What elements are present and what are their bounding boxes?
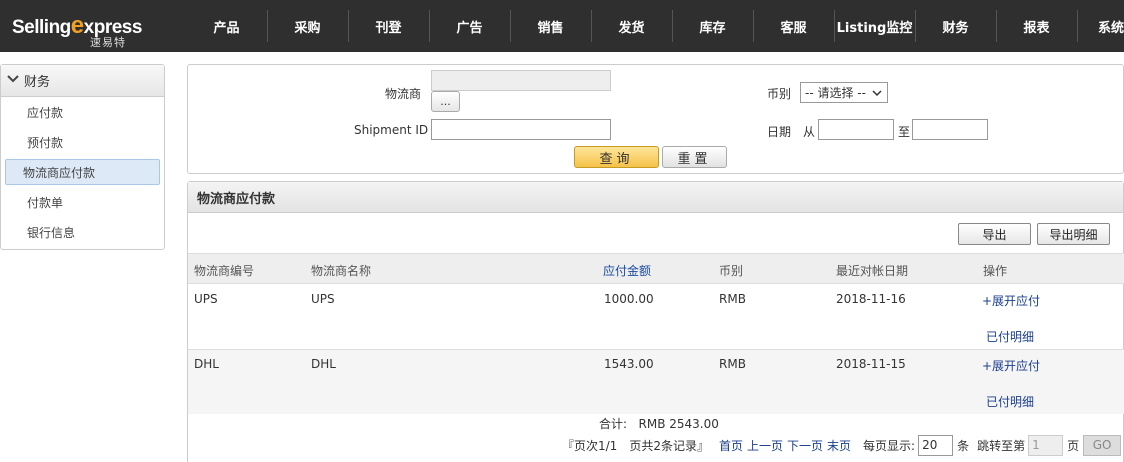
per-page-unit: 条 bbox=[957, 438, 970, 453]
nav-item-shipping[interactable]: 发货 bbox=[591, 0, 672, 52]
chevron-down-icon bbox=[872, 87, 882, 101]
brand-logo[interactable]: Sellingexpress 速易特 bbox=[10, 6, 170, 49]
nav-item-listing-monitor[interactable]: Listing监控 bbox=[834, 0, 915, 52]
results-title: 物流商应付款 bbox=[188, 182, 1123, 213]
expand-payables-link[interactable]: +展开应付 bbox=[982, 357, 1040, 374]
top-navbar: Sellingexpress 速易特 产品 采购 刊登 广告 销售 发货 库存 … bbox=[0, 0, 1124, 52]
sidebar-item-bank-info[interactable]: 银行信息 bbox=[5, 217, 160, 247]
paid-details-link[interactable]: 已付明细 bbox=[986, 328, 1034, 345]
cell-date: 2018-11-15 bbox=[836, 357, 906, 371]
column-header-last-reconcile-date: 最近对帐日期 bbox=[836, 264, 909, 278]
cell-date: 2018-11-16 bbox=[836, 292, 906, 306]
cell-code: DHL bbox=[194, 357, 219, 371]
cell-code: UPS bbox=[194, 292, 218, 306]
nav-item-purchasing[interactable]: 采购 bbox=[267, 0, 348, 52]
sidebar-item-prepayments[interactable]: 预付款 bbox=[5, 127, 160, 157]
total-label: 合计: bbox=[599, 417, 628, 431]
currency-label: 币别 bbox=[767, 87, 792, 101]
nav-item-listing[interactable]: 刊登 bbox=[348, 0, 429, 52]
carrier-label: 物流商 bbox=[385, 87, 422, 101]
cell-name: UPS bbox=[311, 292, 335, 306]
column-header-currency: 币别 bbox=[719, 264, 744, 278]
nav-item-finance[interactable]: 财务 bbox=[915, 0, 996, 52]
pagination: 『页次1/1 页共2条记录』 首页 上一页 下一页 末页 每页显示: 20 条 … bbox=[562, 434, 1122, 456]
nav-item-ads[interactable]: 广告 bbox=[429, 0, 510, 52]
paid-details-link[interactable]: 已付明细 bbox=[986, 393, 1034, 410]
cell-amount: 1543.00 bbox=[604, 357, 654, 371]
results-panel: 物流商应付款 导出 导出明细 物流商编号 物流商名称 应付金额 币别 最近对帐日… bbox=[187, 181, 1124, 462]
nav-item-system[interactable]: 系统设 bbox=[1077, 0, 1124, 52]
pager-first-link[interactable]: 首页 bbox=[719, 437, 743, 454]
currency-select-value: -- 请选择 -- bbox=[805, 86, 866, 100]
cell-name: DHL bbox=[311, 357, 336, 371]
column-header-code: 物流商编号 bbox=[194, 264, 255, 278]
chevron-down-icon bbox=[7, 73, 19, 88]
cell-amount: 1000.00 bbox=[604, 292, 654, 306]
date-to-label: 至 bbox=[898, 125, 911, 139]
go-button[interactable]: GO bbox=[1083, 434, 1122, 456]
date-from-input[interactable] bbox=[818, 119, 894, 140]
nav-item-sales[interactable]: 销售 bbox=[510, 0, 591, 52]
table-row: UPS UPS 1000.00 RMB 2018-11-16 +展开应付 已付明… bbox=[188, 285, 1124, 350]
export-button[interactable]: 导出 bbox=[958, 223, 1031, 245]
export-detail-button[interactable]: 导出明细 bbox=[1037, 223, 1110, 245]
pager-next-link[interactable]: 下一页 bbox=[787, 437, 823, 454]
reset-button[interactable]: 重置 bbox=[662, 146, 727, 168]
nav-item-reports[interactable]: 报表 bbox=[996, 0, 1077, 52]
currency-select[interactable]: -- 请选择 -- bbox=[800, 82, 888, 103]
expand-payables-link[interactable]: +展开应付 bbox=[982, 292, 1040, 309]
sidebar-item-carrier-payables[interactable]: 物流商应付款 bbox=[5, 159, 160, 185]
search-panel: 物流商 ... Shipment ID 币别 -- 请选择 -- 日期 从 至 … bbox=[187, 64, 1124, 174]
date-from-label: 从 bbox=[803, 125, 816, 139]
column-header-actions: 操作 bbox=[983, 264, 1008, 278]
sidebar-item-payment-orders[interactable]: 付款单 bbox=[5, 187, 160, 217]
cell-currency: RMB bbox=[719, 357, 746, 371]
total-summary: 合计: RMB 2543.00 bbox=[599, 415, 719, 432]
page-unit: 页 bbox=[1067, 438, 1080, 453]
table-header: 物流商编号 物流商名称 应付金额 币别 最近对帐日期 操作 bbox=[188, 253, 1124, 284]
nav-item-products[interactable]: 产品 bbox=[186, 0, 267, 52]
sidebar-section-header[interactable]: 财务 bbox=[1, 65, 164, 97]
brand-chinese-name: 速易特 bbox=[90, 36, 126, 49]
jump-label: 跳转至第 bbox=[977, 438, 1026, 453]
shipment-id-label: Shipment ID bbox=[354, 123, 429, 137]
query-button[interactable]: 查询 bbox=[574, 146, 659, 168]
sidebar-item-payables[interactable]: 应付款 bbox=[5, 97, 160, 127]
date-label: 日期 bbox=[767, 125, 792, 139]
carrier-field bbox=[431, 70, 611, 91]
main-nav: 产品 采购 刊登 广告 销售 发货 库存 客服 Listing监控 财务 报表 … bbox=[186, 0, 1124, 52]
sidebar: 财务 应付款 预付款 物流商应付款 付款单 银行信息 bbox=[0, 64, 165, 250]
column-header-name: 物流商名称 bbox=[311, 264, 372, 278]
date-to-input[interactable] bbox=[912, 119, 988, 140]
table-row: DHL DHL 1543.00 RMB 2018-11-15 +展开应付 已付明… bbox=[188, 349, 1124, 414]
per-page-label: 每页显示: bbox=[863, 438, 916, 453]
pager-last-link[interactable]: 末页 bbox=[827, 437, 851, 454]
carrier-picker-button[interactable]: ... bbox=[431, 91, 460, 112]
nav-item-customer-service[interactable]: 客服 bbox=[753, 0, 834, 52]
total-value: RMB 2543.00 bbox=[638, 417, 719, 431]
column-header-amount[interactable]: 应付金额 bbox=[603, 262, 651, 279]
nav-item-inventory[interactable]: 库存 bbox=[672, 0, 753, 52]
jump-page-input[interactable]: 1 bbox=[1028, 434, 1064, 456]
shipment-id-input[interactable] bbox=[431, 119, 611, 140]
sidebar-section-title: 财务 bbox=[24, 75, 51, 90]
cell-currency: RMB bbox=[719, 292, 746, 306]
pager-prev-link[interactable]: 上一页 bbox=[747, 437, 783, 454]
pager-info: 『页次1/1 页共2条记录』 bbox=[562, 438, 709, 453]
per-page-input[interactable]: 20 bbox=[918, 434, 954, 456]
